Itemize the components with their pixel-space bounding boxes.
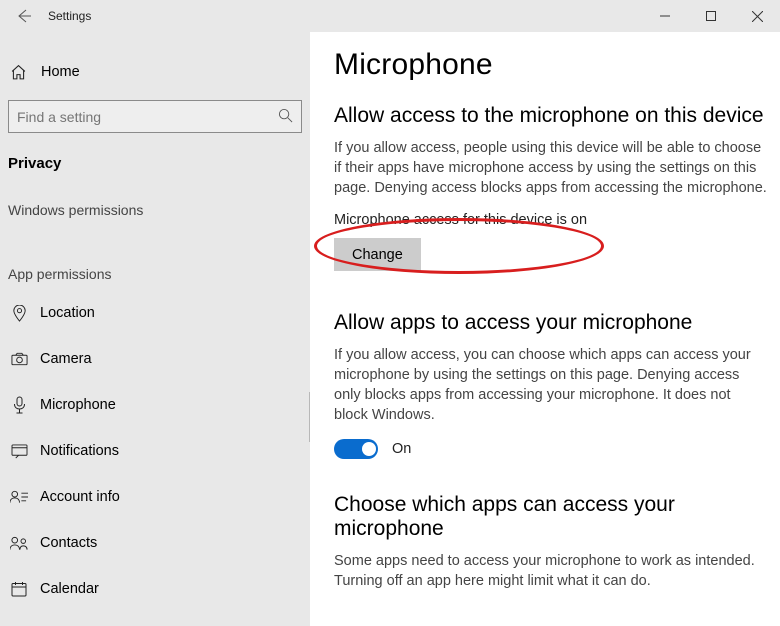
close-icon <box>752 11 763 22</box>
main-content: Microphone Allow access to the microphon… <box>310 32 780 626</box>
search-input[interactable] <box>17 109 278 125</box>
sidebar-section-privacy: Privacy <box>0 143 310 180</box>
sidebar-item-location[interactable]: Location <box>0 290 310 336</box>
titlebar: Settings <box>0 0 780 32</box>
sidebar-item-home[interactable]: Home <box>0 52 310 92</box>
section1-heading: Allow access to the microphone on this d… <box>334 104 768 128</box>
sidebar-item-label: Microphone <box>40 397 116 413</box>
minimize-button[interactable] <box>642 0 688 32</box>
home-icon <box>10 64 27 81</box>
section2-body: If you allow access, you can choose whic… <box>334 345 768 425</box>
sidebar-item-label: Account info <box>40 489 120 505</box>
window-title: Settings <box>48 9 91 23</box>
sidebar-item-label: Calendar <box>40 581 99 597</box>
back-arrow-icon <box>16 8 32 24</box>
home-label: Home <box>41 64 80 80</box>
section3-body: Some apps need to access your microphone… <box>334 551 768 591</box>
sidebar-item-notifications[interactable]: Notifications <box>0 428 310 474</box>
sidebar-item-label: Location <box>40 305 95 321</box>
search-input-container[interactable] <box>8 100 302 133</box>
change-button[interactable]: Change <box>334 238 421 271</box>
toggle-state-label: On <box>392 441 411 457</box>
section1-body: If you allow access, people using this d… <box>334 138 768 198</box>
sidebar-subheader-windows-permissions: Windows permissions <box>0 180 310 226</box>
maximize-button[interactable] <box>688 0 734 32</box>
microphone-access-status: Microphone access for this device is on <box>334 212 768 228</box>
toggle-knob <box>362 442 376 456</box>
maximize-icon <box>706 11 716 21</box>
sidebar-item-label: Contacts <box>40 535 97 551</box>
notifications-icon <box>10 444 28 459</box>
sidebar-item-account-info[interactable]: Account info <box>0 474 310 520</box>
sidebar-item-contacts[interactable]: Contacts <box>0 520 310 566</box>
allow-apps-toggle[interactable] <box>334 439 378 459</box>
sidebar: Home Privacy Windows permissions App per… <box>0 32 310 626</box>
microphone-icon <box>10 396 28 414</box>
sidebar-item-camera[interactable]: Camera <box>0 336 310 382</box>
sidebar-item-calendar[interactable]: Calendar <box>0 566 310 612</box>
section3-heading: Choose which apps can access your microp… <box>334 493 768 541</box>
sidebar-item-microphone[interactable]: Microphone <box>0 382 310 428</box>
section2-heading: Allow apps to access your microphone <box>334 311 768 335</box>
camera-icon <box>10 352 28 366</box>
search-icon <box>278 108 293 126</box>
calendar-icon <box>10 581 28 597</box>
page-title: Microphone <box>334 48 768 82</box>
minimize-icon <box>660 11 670 21</box>
sidebar-item-label: Camera <box>40 351 92 367</box>
sidebar-subheader-app-permissions: App permissions <box>0 226 310 290</box>
sidebar-item-label: Notifications <box>40 443 119 459</box>
close-button[interactable] <box>734 0 780 32</box>
account-info-icon <box>10 490 28 504</box>
back-button[interactable] <box>0 0 48 32</box>
location-icon <box>10 305 28 322</box>
contacts-icon <box>10 536 28 551</box>
